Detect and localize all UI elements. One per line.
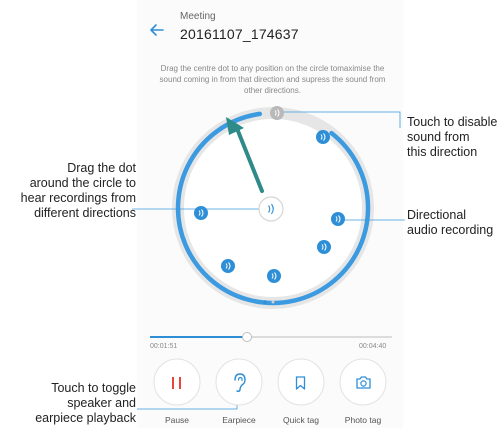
- camera-icon: [356, 376, 371, 389]
- callout-dir-line1: Directional: [407, 208, 467, 222]
- callout-disable-line2: sound from: [407, 130, 470, 144]
- callout-drag-dot: Drag the dot around the circle to hear r…: [21, 161, 136, 221]
- sound-source-disabled[interactable]: [269, 105, 285, 121]
- earpiece-label: Earpiece: [222, 415, 256, 425]
- callout-toggle-line3: earpiece playback: [35, 411, 136, 425]
- callout-drag-line1: Drag the dot: [67, 161, 136, 175]
- ear-icon: [234, 373, 246, 393]
- elapsed-time: 00:01:51: [150, 343, 178, 350]
- callout-disable-line3: this direction: [407, 145, 478, 159]
- total-time: 00:04:40: [359, 343, 387, 350]
- playback-track[interactable]: [150, 332, 392, 342]
- photo-tag-button[interactable]: [340, 360, 386, 406]
- callout-directional-recording: Directional audio recording: [407, 208, 493, 238]
- callout-disable-line1: Touch to disable: [407, 115, 498, 129]
- sound-source-2[interactable]: [193, 205, 209, 221]
- quick-tag-label: Quick tag: [283, 415, 319, 425]
- callout-drag-line3: hear recordings from: [20, 191, 136, 205]
- bookmark-icon: [295, 376, 306, 390]
- callout-drag-line4: different directions: [34, 206, 136, 220]
- playback-progress-fill: [150, 336, 247, 338]
- earpiece-button[interactable]: [216, 360, 262, 406]
- sound-source-3[interactable]: [330, 211, 346, 227]
- callout-drag-line2: around the circle to: [29, 176, 136, 190]
- photo-tag-label: Photo tag: [344, 415, 382, 425]
- pause-icon: [172, 377, 181, 389]
- callout-line-disable: [280, 111, 401, 128]
- sound-source-5[interactable]: [220, 258, 236, 274]
- sound-source-1[interactable]: [315, 129, 331, 145]
- playback-thumb[interactable]: [241, 332, 252, 342]
- sound-source-6[interactable]: [266, 268, 282, 284]
- sound-source-4[interactable]: [316, 239, 332, 255]
- callout-dir-line2: audio recording: [407, 223, 494, 237]
- page-indicator: [263, 300, 275, 304]
- pause-label: Pause: [164, 415, 190, 425]
- callout-toggle-line1: Touch to toggle: [51, 381, 136, 395]
- pause-button[interactable]: [154, 360, 200, 406]
- callout-toggle-line2: speaker and: [67, 396, 136, 410]
- centre-drag-dot[interactable]: [256, 194, 286, 224]
- callout-toggle-playback: Touch to toggle speaker and earpiece pla…: [35, 381, 136, 426]
- callout-disable-direction: Touch to disable sound from this directi…: [407, 115, 497, 160]
- quick-tag-button[interactable]: [278, 360, 324, 406]
